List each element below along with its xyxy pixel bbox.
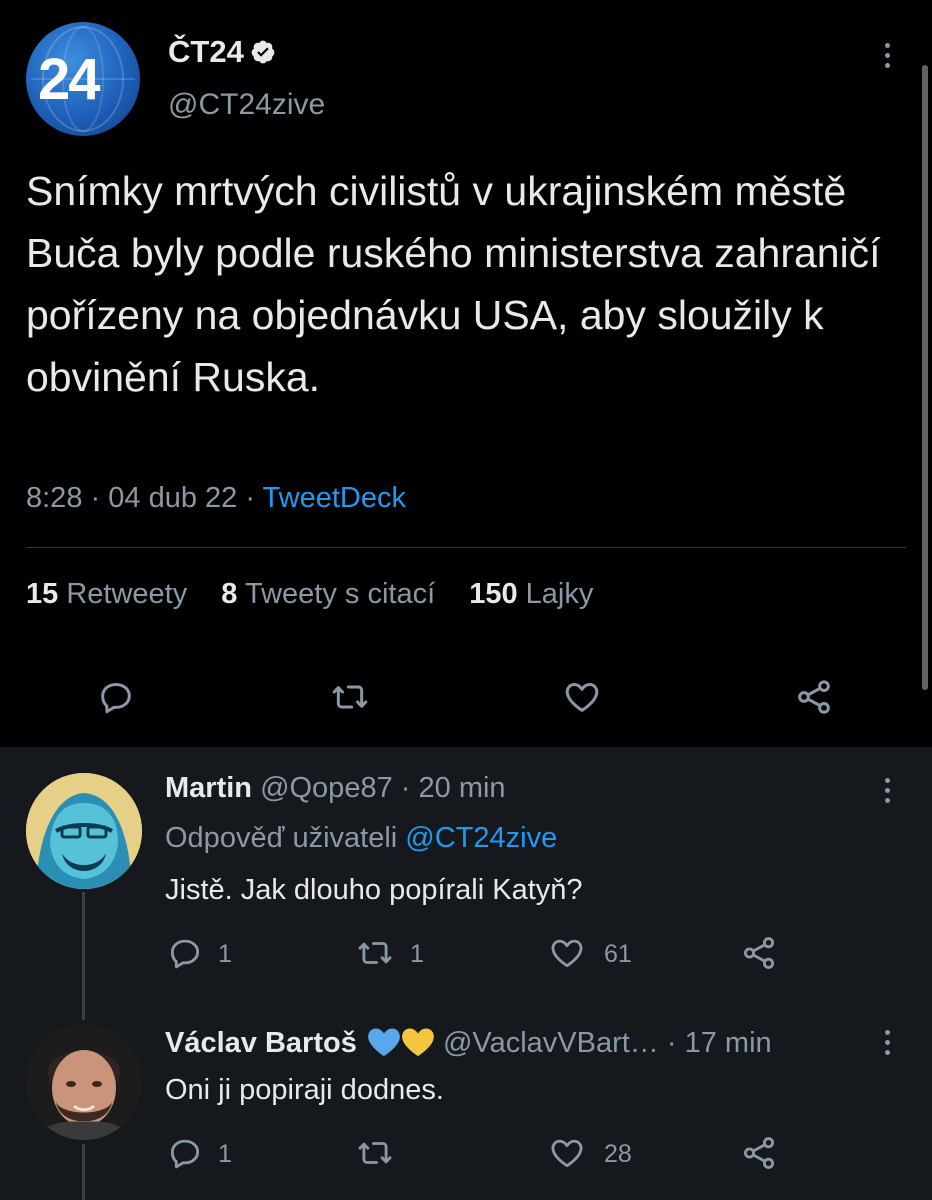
- reply-header: Martin @Qope87 · 20 min: [165, 772, 506, 805]
- reply-icon[interactable]: [166, 1134, 204, 1172]
- reply-author-name[interactable]: Martin: [165, 772, 252, 804]
- like-count: 28: [604, 1140, 632, 1168]
- scrollbar[interactable]: [922, 65, 928, 690]
- quotes-label: Tweety s citací: [244, 578, 436, 610]
- reply-time[interactable]: 17 min: [685, 1027, 772, 1059]
- tweet-meta: 8:28 · 04 dub 22 · TweetDeck: [26, 482, 406, 515]
- thread-line: [82, 892, 85, 1020]
- meta-separator: ·: [90, 482, 101, 514]
- more-options-icon[interactable]: [885, 43, 891, 73]
- avatar-photo: [26, 1024, 142, 1140]
- like-icon[interactable]: [548, 934, 586, 972]
- reply-count: 1: [218, 1140, 232, 1168]
- author-handle[interactable]: @CT24zive: [168, 88, 325, 122]
- retweets-stat[interactable]: 15 Retweety: [26, 578, 187, 610]
- tweet-text: Snímky mrtvých civilistů v ukrajinském m…: [26, 168, 881, 400]
- like-count: 61: [604, 940, 632, 968]
- verified-badge-icon: [251, 40, 275, 64]
- tweet-source-link[interactable]: TweetDeck: [263, 482, 406, 514]
- retweets-count: 15: [26, 578, 59, 610]
- reply-time[interactable]: 20 min: [419, 772, 506, 804]
- avatar-logo-text: 24: [38, 47, 100, 112]
- reply-icon[interactable]: [166, 934, 204, 972]
- reply-header: Václav Bartoš @VaclavVBart… · 17 min: [165, 1026, 772, 1060]
- author-name-row[interactable]: ČT24: [168, 34, 276, 70]
- quotes-stat[interactable]: 8 Tweety s citací: [221, 578, 435, 610]
- author-name[interactable]: ČT24: [168, 34, 244, 69]
- share-icon[interactable]: [740, 1134, 778, 1172]
- retweet-icon[interactable]: [356, 934, 394, 972]
- share-icon[interactable]: [740, 934, 778, 972]
- reply-text: Jistě. Jak dlouho popírali Katyň?: [165, 874, 583, 906]
- meta-separator: ·: [245, 482, 255, 514]
- quotes-count: 8: [221, 578, 238, 610]
- avatar-illustration: [26, 773, 142, 889]
- replying-prefix: Odpověď uživateli: [165, 822, 398, 854]
- share-icon[interactable]: [794, 677, 834, 717]
- like-icon[interactable]: [548, 1134, 586, 1172]
- reply-text: Oni ji popiraji dodnes.: [165, 1074, 444, 1106]
- reply-author-name[interactable]: Václav Bartoš: [165, 1027, 357, 1059]
- replying-to-link[interactable]: @CT24zive: [405, 822, 557, 854]
- yellow-heart-icon: [402, 1028, 434, 1057]
- likes-count: 150: [469, 578, 518, 610]
- author-avatar[interactable]: 24: [26, 22, 140, 136]
- tweet-stats: 15 Retweety 8 Tweety s citací 150 Lajky: [26, 578, 593, 611]
- header-separator: ·: [666, 1027, 677, 1059]
- header-separator: ·: [400, 772, 411, 804]
- retweets-label: Retweety: [66, 578, 188, 610]
- divider: [26, 547, 906, 548]
- retweet-count: 1: [410, 940, 424, 968]
- reply-count: 1: [218, 940, 232, 968]
- main-tweet: 24 ČT24 @CT24zive Snímky mrtvých civilis…: [0, 0, 932, 745]
- reply-avatar-martin[interactable]: [26, 773, 142, 889]
- like-icon[interactable]: [562, 677, 602, 717]
- tweet-time: 8:28: [26, 482, 83, 514]
- likes-stat[interactable]: 150 Lajky: [469, 578, 593, 610]
- reply-author-handle[interactable]: @Qope87: [260, 772, 393, 804]
- more-options-icon[interactable]: [885, 778, 891, 808]
- tweet-date: 04 dub 22: [108, 482, 238, 514]
- reply-icon[interactable]: [96, 677, 136, 717]
- retweet-icon[interactable]: [330, 677, 370, 717]
- likes-label: Lajky: [525, 578, 594, 610]
- reply-author-handle[interactable]: @VaclavVBart…: [443, 1027, 659, 1059]
- blue-heart-icon: [368, 1028, 400, 1057]
- thread-line: [82, 1144, 85, 1200]
- more-options-icon[interactable]: [885, 1030, 891, 1060]
- replying-to: Odpověď uživateli @CT24zive: [165, 822, 557, 855]
- reply-avatar-vaclav[interactable]: [26, 1024, 142, 1140]
- retweet-icon[interactable]: [356, 1134, 394, 1172]
